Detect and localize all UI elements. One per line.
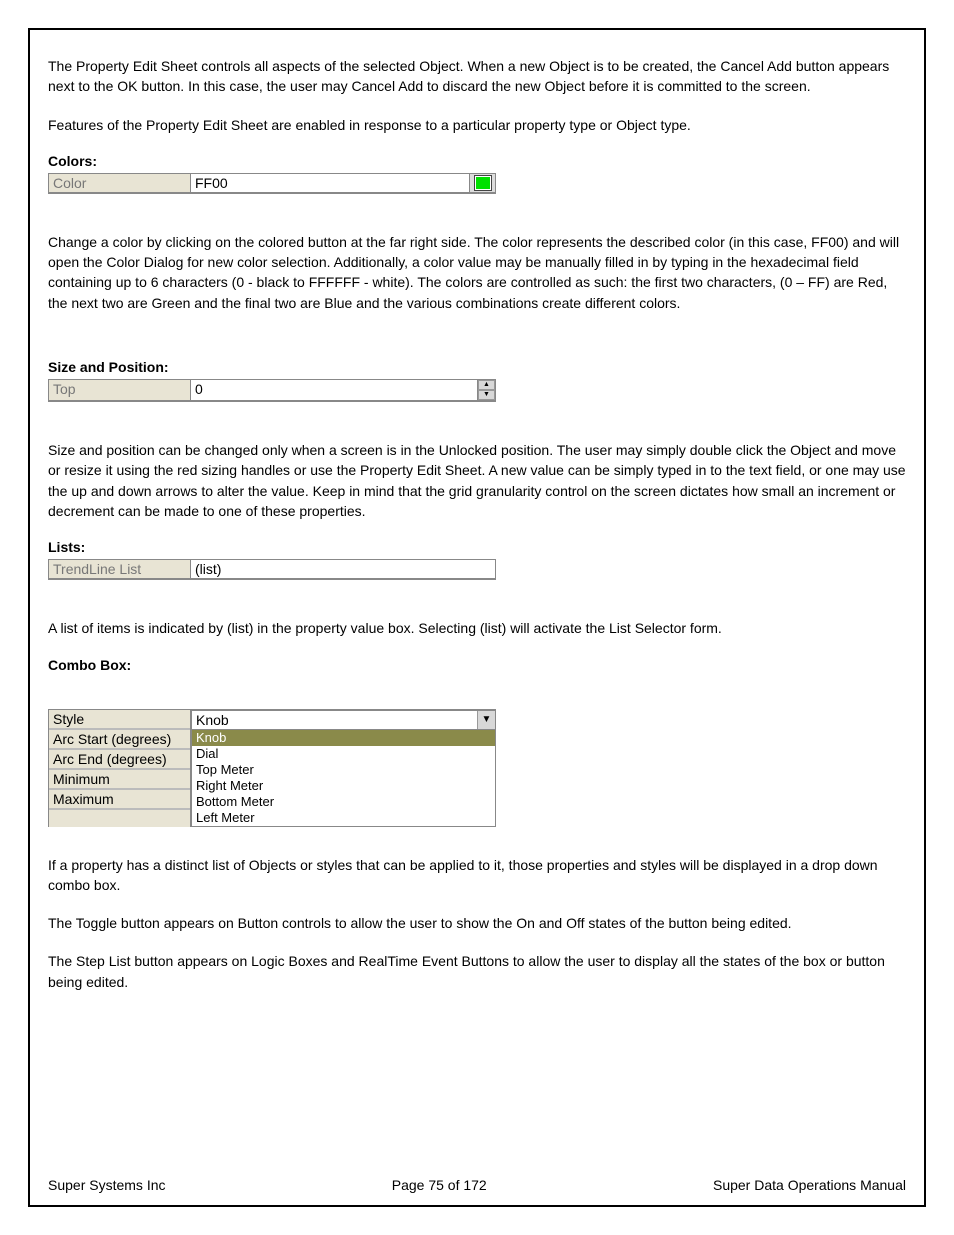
combo-option[interactable]: Dial [192, 746, 495, 762]
sizepos-spinner: ▲ ▼ [477, 380, 495, 400]
combo-block: Style Arc Start (degrees) Arc End (degre… [48, 709, 906, 827]
color-swatch-icon [474, 175, 492, 191]
color-field-value[interactable]: FF00 [191, 174, 469, 192]
footer-left: Super Systems Inc [48, 1177, 166, 1193]
lists-heading: Lists: [48, 539, 906, 555]
combo-option[interactable]: Knob [192, 730, 495, 746]
chevron-down-icon[interactable]: ▼ [477, 711, 495, 729]
combo-heading: Combo Box: [48, 657, 906, 673]
lists-field-value[interactable]: (list) [191, 560, 495, 578]
combo-selected-value: Knob [192, 711, 477, 729]
combo-text-1: If a property has a distinct list of Obj… [48, 855, 906, 896]
combo-left-row: Arc Start (degrees) [49, 730, 190, 750]
combo-option[interactable]: Left Meter [192, 810, 495, 826]
color-field-row: Color FF00 [48, 173, 496, 194]
page-footer: Super Systems Inc Page 75 of 172 Super D… [48, 1177, 906, 1193]
spinner-down-icon[interactable]: ▼ [478, 390, 495, 400]
combo-left-row: Style [49, 710, 190, 730]
sizepos-heading: Size and Position: [48, 359, 906, 375]
sizepos-field-row: Top 0 ▲ ▼ [48, 379, 496, 402]
combo-select[interactable]: Knob ▼ [191, 710, 496, 730]
sizepos-field-value[interactable]: 0 [191, 380, 477, 400]
colors-text: Change a color by clicking on the colore… [48, 232, 906, 313]
combo-left-row: Maximum [49, 790, 190, 810]
page-frame: The Property Edit Sheet controls all asp… [28, 28, 926, 1207]
intro-paragraph-1: The Property Edit Sheet controls all asp… [48, 56, 906, 97]
combo-text-3: The Step List button appears on Logic Bo… [48, 951, 906, 992]
color-field-label: Color [49, 174, 191, 192]
combo-dropdown: Knob Dial Top Meter Right Meter Bottom M… [191, 730, 496, 827]
combo-right-column: Knob ▼ Knob Dial Top Meter Right Meter B… [190, 710, 496, 827]
colors-heading: Colors: [48, 153, 906, 169]
lists-field-row: TrendLine List (list) [48, 559, 496, 580]
sizepos-field-label: Top [49, 380, 191, 400]
combo-left-row: Minimum [49, 770, 190, 790]
combo-text-2: The Toggle button appears on Button cont… [48, 913, 906, 933]
combo-option[interactable]: Bottom Meter [192, 794, 495, 810]
footer-right: Super Data Operations Manual [713, 1177, 906, 1193]
spinner-up-icon[interactable]: ▲ [478, 380, 495, 390]
combo-left-column: Style Arc Start (degrees) Arc End (degre… [48, 710, 190, 827]
combo-option[interactable]: Top Meter [192, 762, 495, 778]
intro-paragraph-2: Features of the Property Edit Sheet are … [48, 115, 906, 135]
lists-field-label: TrendLine List [49, 560, 191, 578]
color-swatch-button[interactable] [469, 174, 495, 192]
combo-option[interactable]: Right Meter [192, 778, 495, 794]
lists-text: A list of items is indicated by (list) i… [48, 618, 906, 638]
sizepos-text: Size and position can be changed only wh… [48, 440, 906, 521]
footer-center: Page 75 of 172 [392, 1177, 487, 1193]
combo-left-row: Arc End (degrees) [49, 750, 190, 770]
